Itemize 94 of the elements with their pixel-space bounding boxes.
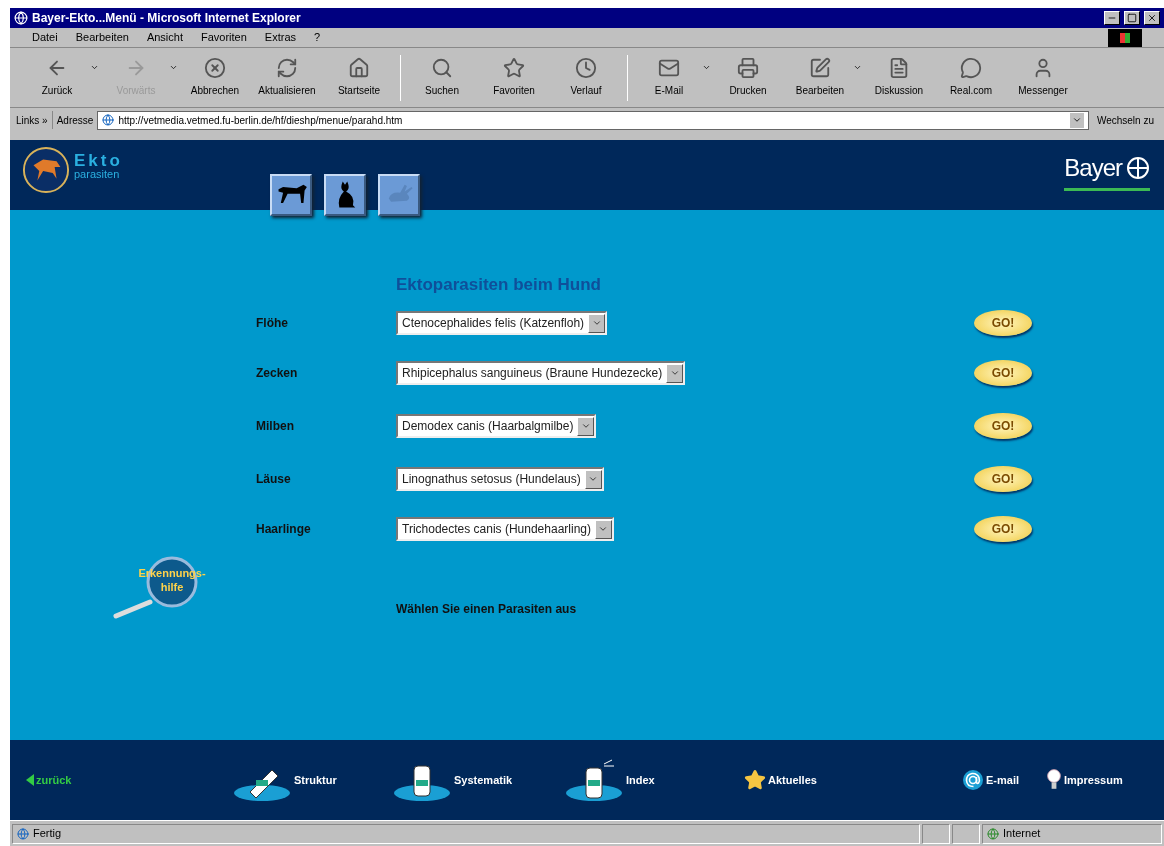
dropdown-caret-icon[interactable]	[90, 63, 99, 72]
menu-item[interactable]: Extras	[264, 29, 297, 46]
go-button[interactable]: Wechseln zu	[1092, 112, 1158, 128]
footer-nav-link[interactable]: E-mail	[962, 769, 1046, 791]
go-button[interactable]: GO!	[974, 516, 1032, 542]
go-button[interactable]: GO!	[974, 413, 1032, 439]
parasite-select[interactable]: Trichodectes canis (Hundehaarling)	[396, 517, 614, 541]
page-icon	[17, 827, 29, 840]
toolbar-button[interactable]: Abbrechen	[180, 50, 250, 105]
dropdown-caret-icon[interactable]	[584, 469, 602, 489]
status-pane	[922, 823, 950, 844]
parasite-select[interactable]: Demodex canis (Haarbalgmilbe)	[396, 414, 597, 438]
dropdown-caret-icon[interactable]	[595, 519, 612, 539]
toolbar-button[interactable]: Zurück	[22, 50, 92, 105]
toolbar-button[interactable]: Favoriten	[479, 50, 549, 105]
logo-subtitle: parasiten	[74, 169, 121, 180]
go-button[interactable]: GO!	[974, 360, 1032, 386]
edit-icon	[809, 57, 831, 79]
star-icon	[744, 769, 766, 791]
parasite-select[interactable]: Rhipicephalus sanguineus (Braune Hundezecke)	[396, 361, 686, 385]
menu-item[interactable]: Favoriten	[201, 29, 247, 46]
search-icon	[431, 57, 453, 79]
status-text: Fertig	[12, 823, 920, 844]
footer-nav-link[interactable]: Index	[564, 758, 744, 802]
menu-item[interactable]: Datei	[32, 29, 58, 46]
parasite-label: Milben	[256, 418, 295, 435]
go-button[interactable]: GO!	[974, 310, 1032, 336]
go-button[interactable]: GO!	[974, 466, 1032, 492]
toolbar-button[interactable]: Real.com	[936, 50, 1006, 105]
document-icon	[888, 57, 910, 79]
refresh-icon	[276, 57, 298, 79]
animal-button[interactable]	[324, 174, 366, 216]
dropdown-caret-icon[interactable]	[588, 313, 606, 333]
dropdown-caret-icon[interactable]	[1069, 112, 1084, 128]
windows-logo-icon	[1108, 28, 1142, 47]
parasite-select[interactable]: Linognathus setosus (Hundelaus)	[396, 467, 604, 491]
dropdown-caret-icon[interactable]	[577, 416, 595, 436]
menu-item[interactable]: ?	[314, 29, 321, 46]
cross-logo-icon	[1126, 156, 1150, 180]
minimize-button[interactable]	[1104, 11, 1120, 25]
address-field[interactable]: http://vetmedia.vetmed.fu-berlin.de/hf/dieshp/menue/parahd.htm	[97, 110, 1089, 130]
parasite-label: Läuse	[256, 471, 292, 488]
brand-name: Bayer	[1064, 153, 1122, 183]
parasite-label: Haarlinge	[256, 521, 312, 538]
links-label[interactable]: Links »	[16, 112, 48, 128]
close-icon	[1147, 13, 1157, 23]
parasite-select[interactable]: Ctenocephalides felis (Katzenfloh)	[396, 311, 608, 335]
address-label: Adresse	[56, 113, 94, 128]
stop-icon	[204, 57, 226, 79]
clock-icon	[575, 57, 597, 79]
status-pane	[952, 823, 980, 844]
dropdown-caret-icon[interactable]	[169, 63, 178, 72]
dropdown-caret-icon[interactable]	[702, 63, 711, 72]
toolbar-button[interactable]: E-Mail	[634, 50, 704, 105]
footer-nav-link[interactable]: Struktur	[232, 758, 392, 802]
parasite-label: Zecken	[256, 365, 299, 382]
dropdown-caret-icon[interactable]	[666, 363, 684, 383]
globe-icon	[987, 827, 999, 840]
toolbar-button[interactable]: Aktualisieren	[252, 50, 322, 105]
footer-nav-link[interactable]: Systematik	[392, 758, 564, 802]
mail-icon	[658, 57, 680, 79]
menu-item[interactable]: Ansicht	[146, 29, 183, 46]
maximize-icon	[1127, 13, 1137, 23]
toolbar-button[interactable]: Diskussion	[864, 50, 934, 105]
toolbar-button[interactable]: Bearbeiten	[785, 50, 855, 105]
toolbar-button[interactable]: Verlauf	[551, 50, 621, 105]
animal-button[interactable]	[270, 174, 312, 216]
at-sign-icon	[962, 769, 984, 791]
printer-icon	[737, 57, 759, 79]
back-link[interactable]: zurück	[26, 771, 232, 789]
instruction-text: Wählen Sie einen Parasiten aus	[396, 601, 578, 618]
browser-icon	[14, 11, 28, 25]
toolbar-button[interactable]: Startseite	[324, 50, 394, 105]
logo-title: Ekto	[74, 152, 123, 169]
footer-nav-link[interactable]: Aktuelles	[744, 769, 962, 791]
back-arrow-icon	[26, 774, 34, 786]
home-icon	[348, 57, 370, 79]
star-icon	[503, 57, 525, 79]
close-button[interactable]	[1144, 11, 1160, 25]
speech-bubble-icon	[960, 57, 982, 79]
toolbar-button[interactable]: Suchen	[407, 50, 477, 105]
window-title: Bayer-Ekto...Menü - Microsoft Internet Explorer	[32, 10, 302, 27]
parasite-label: Flöhe	[256, 315, 289, 332]
maximize-button[interactable]	[1124, 11, 1140, 25]
footer-nav-link[interactable]: Impressum	[1046, 767, 1123, 793]
bottle-icon	[564, 758, 624, 802]
dog-logo-icon	[22, 146, 70, 194]
page-heading: Ektoparasiten beim Hund	[396, 274, 602, 296]
page-icon	[102, 114, 115, 126]
dropdown-caret-icon[interactable]	[853, 63, 862, 72]
toolbar-button[interactable]: Messenger	[1008, 50, 1078, 105]
toolbar-button[interactable]: Drucken	[713, 50, 783, 105]
zone-indicator: Internet	[982, 823, 1162, 844]
menu-item[interactable]: Bearbeiten	[75, 29, 129, 46]
